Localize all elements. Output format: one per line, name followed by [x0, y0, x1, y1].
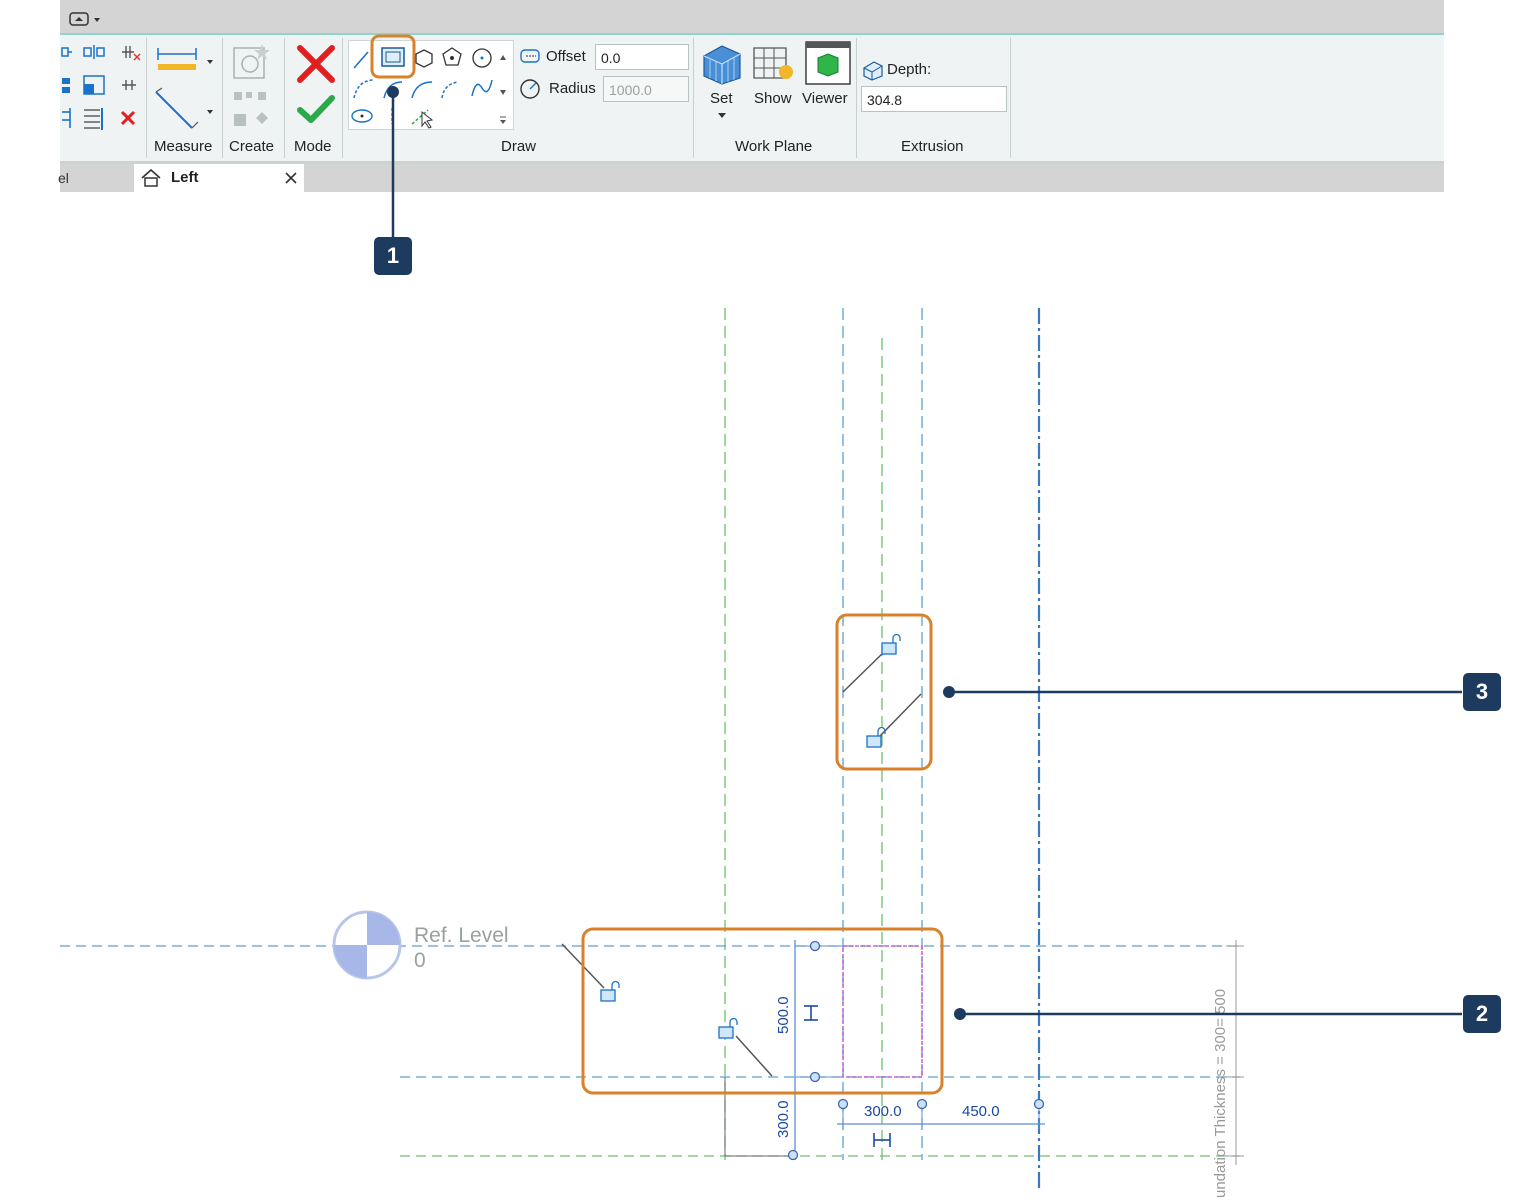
alignment-leader — [735, 1035, 773, 1077]
callout-2-dot — [954, 1008, 966, 1020]
ref-level-head[interactable] — [332, 910, 402, 980]
callout-1-dot — [387, 86, 399, 98]
ref-level-value: 0 — [414, 949, 426, 972]
dimension-text-300[interactable]: 300.0 — [775, 1100, 792, 1138]
dimension-text-500[interactable]: 500.0 — [775, 996, 792, 1034]
callout-3-dot — [943, 686, 955, 698]
drawing-canvas: Ref. Level 0 500.0 300.0 300.0 450.0 und… — [60, 34, 1462, 1198]
dimension-text-horizontal-450[interactable]: 450.0 — [962, 1103, 1000, 1120]
dimension-text-horizontal-300[interactable]: 300.0 — [864, 1103, 902, 1120]
dimension-grip[interactable] — [809, 1071, 821, 1083]
dimension-grip[interactable] — [1033, 1098, 1045, 1110]
callout-badge-1: 1 — [374, 237, 412, 275]
rectangle-tool-highlight — [370, 34, 416, 79]
callout-2-highlight — [581, 927, 944, 1095]
edit-dimension-icon[interactable] — [804, 1005, 818, 1021]
callout-badge-3: 3 — [1463, 673, 1501, 711]
foundation-thickness-label: undation Thickness = 300= 500 — [1212, 989, 1229, 1198]
ref-level-name: Ref. Level — [414, 924, 509, 947]
alignment-leader — [879, 693, 922, 737]
callout-3-highlight — [835, 613, 933, 771]
dimension-grip[interactable] — [787, 1149, 799, 1161]
dimension-grip[interactable] — [809, 940, 821, 952]
lock-icon[interactable] — [718, 1017, 738, 1039]
lock-icon[interactable] — [600, 980, 620, 1002]
callout-badge-2: 2 — [1463, 995, 1501, 1033]
lock-icon[interactable] — [881, 633, 901, 655]
dimension-grip[interactable] — [837, 1098, 849, 1110]
alignment-leader — [842, 651, 885, 693]
dimension-grip[interactable] — [916, 1098, 928, 1110]
